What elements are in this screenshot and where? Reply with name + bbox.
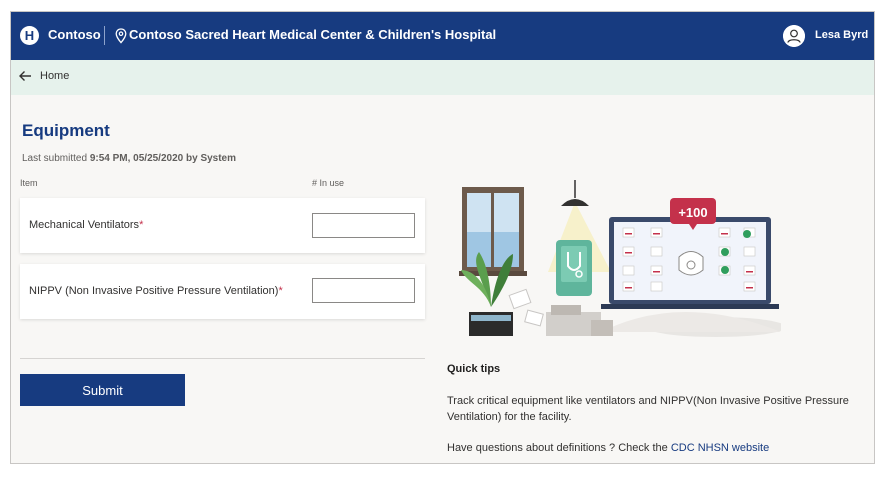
equipment-row-nippv: NIPPV (Non Invasive Positive Pressure Ve… [20,264,425,319]
required-mark: * [139,219,144,231]
required-mark: * [278,285,283,297]
cdc-nhsn-link[interactable]: CDC NHSN website [671,442,769,454]
ventilators-in-use-input[interactable] [312,213,415,238]
hospital-logo-icon: H [20,26,39,45]
nippv-in-use-input[interactable] [312,278,415,303]
back-arrow-icon[interactable] [18,69,32,83]
quick-tips-question-text: Have questions about definitions ? Check… [447,442,671,454]
column-header-item: Item [20,178,38,188]
row-label: NIPPV (Non Invasive Positive Pressure Ve… [29,285,283,297]
quick-tips-body: Track critical equipment like ventilator… [447,395,849,423]
last-submitted-prefix: Last submitted [22,153,90,164]
quick-tips-title: Quick tips [447,363,501,375]
form-divider [20,358,425,359]
submit-button[interactable]: Submit [20,374,185,406]
page-title: Equipment [22,121,110,140]
quick-tips-question: Have questions about definitions ? Check… [447,442,769,454]
facility-name[interactable]: Contoso Sacred Heart Medical Center & Ch… [129,27,496,42]
row-label: Mechanical Ventilators* [29,219,143,231]
last-submitted: Last submitted 9:54 PM, 05/25/2020 by Sy… [22,153,236,164]
app-frame: H Contoso Contoso Sacred Heart Medical C… [10,11,875,464]
equipment-illustration: +100 [459,180,781,337]
equipment-row-ventilators: Mechanical Ventilators* [20,198,425,253]
badge-text: +100 [678,205,707,220]
last-submitted-value: 9:54 PM, 05/25/2020 by System [89,153,237,164]
top-bar: H Contoso Contoso Sacred Heart Medical C… [11,12,874,60]
user-name[interactable]: Lesa Byrd [815,29,868,41]
row-label-text: NIPPV (Non Invasive Positive Pressure Ve… [29,285,279,297]
header-divider [104,26,105,45]
location-pin-icon [115,28,127,44]
row-label-text: Mechanical Ventilators [29,219,140,231]
home-link[interactable]: Home [40,70,69,82]
user-avatar-icon[interactable] [783,25,805,47]
brand-name: Contoso [48,27,101,42]
nav-bar: Home [11,60,874,95]
column-header-in-use: # In use [312,178,345,188]
